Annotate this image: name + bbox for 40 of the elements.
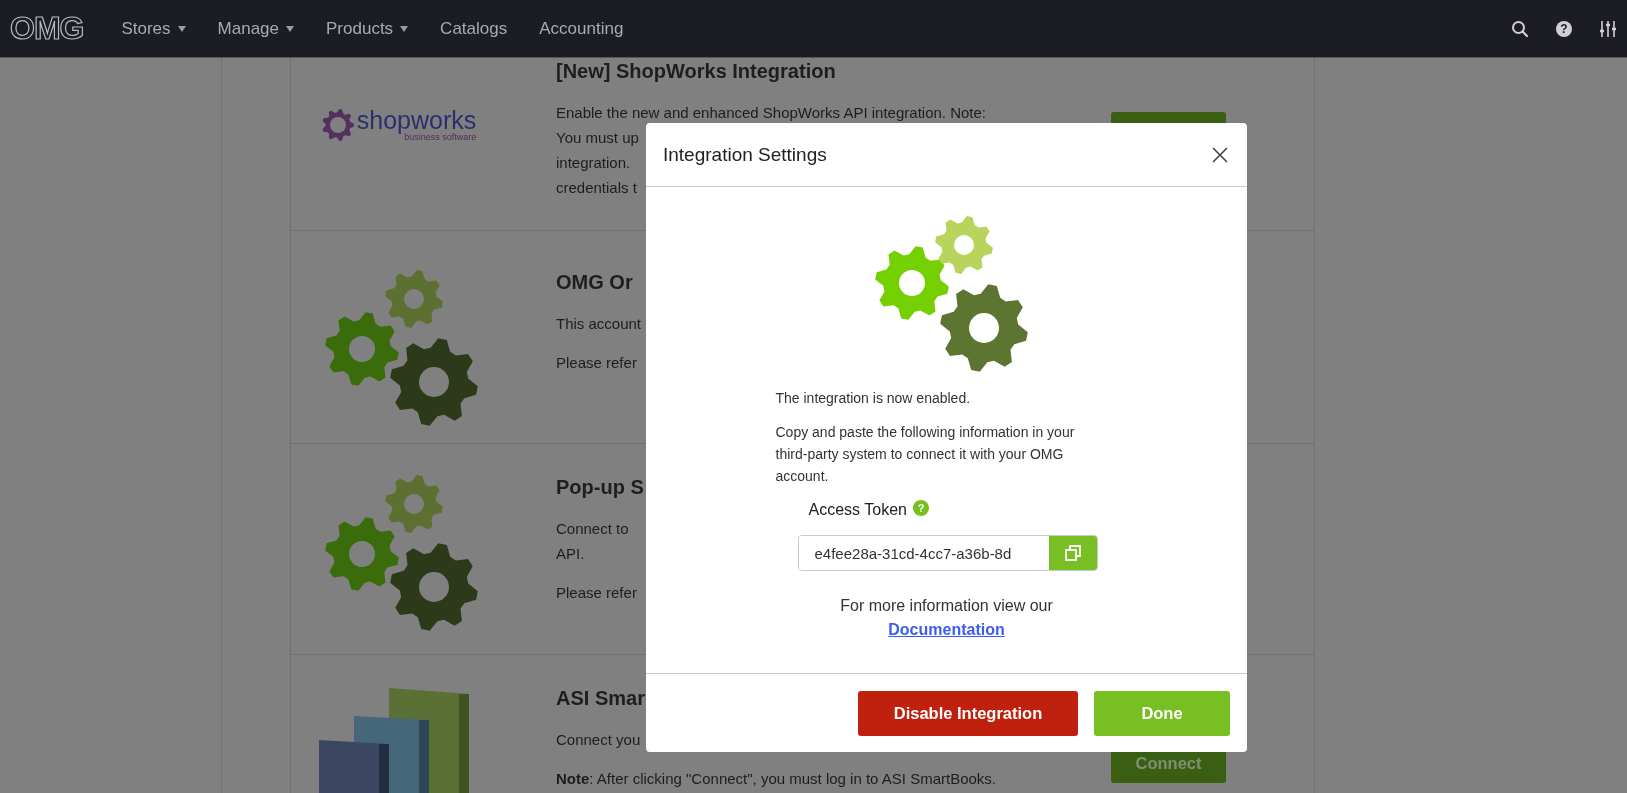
description-text: Please refer — [556, 353, 637, 373]
integration-title: Pop-up S — [556, 475, 644, 500]
settings-sliders-icon[interactable] — [1599, 19, 1617, 38]
nav-menu-item[interactable]: Catalogs — [440, 18, 508, 39]
logo-wordmark: shopworks — [356, 108, 477, 132]
books-icon — [318, 688, 469, 793]
info-text: For more information view our — [840, 597, 1053, 615]
close-icon — [1211, 145, 1229, 164]
description-text: Connect you — [556, 730, 641, 750]
nav-menu-item[interactable]: Accounting — [539, 18, 624, 39]
integration-title: ASI Smar — [556, 686, 645, 711]
token-field[interactable]: e4fee28a-31cd-4cc7-a36b-8d — [797, 535, 1098, 571]
disable-button[interactable]: Disable Integration — [858, 690, 1078, 736]
description-text: Enable the new and enhanced ShopWorks API integration. Note: — [556, 103, 986, 123]
nav-menu-item[interactable]: Stores — [121, 18, 186, 39]
documentation-link[interactable]: Documentation — [888, 621, 1005, 639]
description-text: Connect to — [556, 519, 629, 539]
integration-title: [New] ShopWorks Integration — [556, 59, 836, 84]
integration-title: OMG Or — [556, 270, 633, 295]
help-icon[interactable]: ? — [1555, 19, 1573, 38]
omg-logo[interactable]: OMG — [10, 10, 84, 47]
nav-menu-item[interactable]: Manage — [217, 18, 294, 39]
description-text: Please refer — [556, 583, 637, 603]
description-text: API. — [556, 544, 585, 564]
description-text: This account — [556, 314, 642, 334]
description-text: credentials t — [556, 178, 637, 198]
nav-menu-item[interactable]: Products — [326, 18, 409, 39]
help-icon: ? — [912, 500, 929, 516]
copy-icon — [1064, 545, 1081, 561]
dialog-title: Integration Settings — [663, 143, 827, 166]
instructions-text: Copy and paste the following information in your third-party system to connect it with your OMG account. — [775, 423, 1076, 486]
description-text: You must up — [556, 128, 639, 148]
status-text: The integration is now enabled. — [775, 389, 972, 408]
gear-logo-icon — [320, 108, 355, 142]
logo-tagline: business software — [404, 132, 477, 142]
description-text: integration. — [556, 153, 631, 173]
close-button[interactable] — [1211, 145, 1229, 164]
description-text: Note: After clicking "Connect", you must log in to ASI SmartBooks. — [556, 769, 996, 789]
search-icon[interactable] — [1511, 19, 1529, 38]
field-label: Access Token — [808, 501, 907, 519]
